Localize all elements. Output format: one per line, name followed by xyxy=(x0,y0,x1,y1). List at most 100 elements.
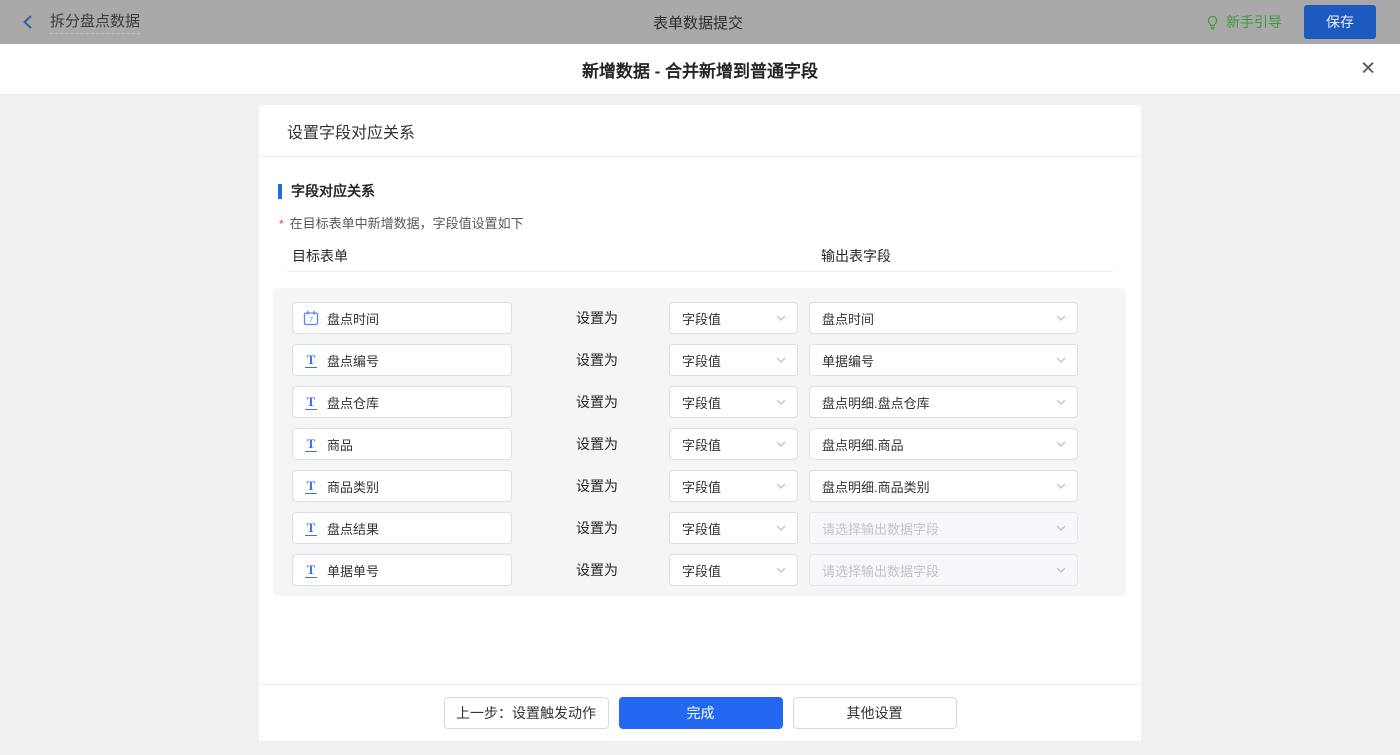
set-as-label: 设置为 xyxy=(576,392,618,412)
value-mode-select[interactable]: 字段值 xyxy=(669,554,798,586)
set-as-label: 设置为 xyxy=(576,350,618,370)
required-asterisk: * xyxy=(279,217,284,231)
output-field-placeholder: 请选择输出数据字段 xyxy=(822,561,939,580)
set-as-label: 设置为 xyxy=(576,308,618,328)
output-field-select[interactable]: 盘点时间 xyxy=(809,302,1078,334)
calendar-icon: 7 xyxy=(303,310,319,326)
value-mode-select[interactable]: 字段值 xyxy=(669,344,798,376)
chevron-down-icon xyxy=(1055,354,1067,366)
svg-text:7: 7 xyxy=(309,315,313,324)
section-title-label: 字段对应关系 xyxy=(291,181,375,201)
chevron-down-icon xyxy=(775,480,787,492)
lightbulb-icon xyxy=(1204,14,1220,30)
mapping-row: T 商品 设置为 字段值 盘点明细.商品 xyxy=(292,428,1126,460)
output-field-select[interactable]: 单据编号 xyxy=(809,344,1078,376)
mapping-row: T 商品类别 设置为 字段值 盘点明细.商品类别 xyxy=(292,470,1126,502)
beginner-guide-label: 新手引导 xyxy=(1226,12,1282,32)
target-field-label: 商品 xyxy=(327,435,353,454)
text-field-icon: T xyxy=(303,478,319,494)
mapping-row: T 盘点仓库 设置为 字段值 盘点明细.盘点仓库 xyxy=(292,386,1126,418)
set-as-label: 设置为 xyxy=(576,518,618,538)
output-field-select[interactable]: 盘点明细.商品类别 xyxy=(809,470,1078,502)
value-mode-value: 字段值 xyxy=(682,561,721,580)
target-field-label: 单据单号 xyxy=(327,561,379,580)
chevron-down-icon xyxy=(775,438,787,450)
target-field[interactable]: T 盘点编号 xyxy=(292,344,512,376)
value-mode-select[interactable]: 字段值 xyxy=(669,302,798,334)
text-field-icon: T xyxy=(303,520,319,536)
value-mode-select[interactable]: 字段值 xyxy=(669,386,798,418)
value-mode-select[interactable]: 字段值 xyxy=(669,428,798,460)
topbar-right: 新手引导 保存 xyxy=(1076,5,1376,39)
dialog-header: 新增数据 - 合并新增到普通字段 ✕ xyxy=(0,44,1400,95)
text-field-icon: T xyxy=(303,562,319,578)
target-field-label: 盘点编号 xyxy=(327,351,379,370)
target-field-label: 商品类别 xyxy=(327,477,379,496)
mapping-row: T 盘点结果 设置为 字段值 请选择输出数据字段 xyxy=(292,512,1126,544)
target-field[interactable]: T 商品 xyxy=(292,428,512,460)
settings-card: 设置字段对应关系 字段对应关系 * 在目标表单中新增数据，字段值设置如下 目标表… xyxy=(259,105,1141,741)
field-mapping-panel: 7 盘点时间 设置为 字段值 盘点时间 xyxy=(273,288,1126,596)
value-mode-value: 字段值 xyxy=(682,393,721,412)
mapping-row: T 单据单号 设置为 字段值 请选择输出数据字段 xyxy=(292,554,1126,586)
dialog-title: 新增数据 - 合并新增到普通字段 xyxy=(582,57,818,82)
chevron-down-icon xyxy=(775,312,787,324)
column-headers: 目标表单 输出表字段 xyxy=(287,246,1113,272)
value-mode-value: 字段值 xyxy=(682,435,721,454)
topbar-title: 表单数据提交 xyxy=(320,12,1076,33)
output-field-select[interactable]: 请选择输出数据字段 xyxy=(809,554,1078,586)
text-field-icon: T xyxy=(303,394,319,410)
target-field-label: 盘点仓库 xyxy=(327,393,379,412)
target-field[interactable]: 7 盘点时间 xyxy=(292,302,512,334)
output-field-value: 盘点时间 xyxy=(822,309,874,328)
output-field-select[interactable]: 盘点明细.盘点仓库 xyxy=(809,386,1078,418)
back-icon[interactable] xyxy=(20,14,36,30)
close-icon[interactable]: ✕ xyxy=(1360,60,1376,79)
section-title: 字段对应关系 xyxy=(278,181,1113,201)
target-field[interactable]: T 盘点仓库 xyxy=(292,386,512,418)
card-footer: 上一步：设置触发动作 完成 其他设置 xyxy=(259,684,1141,741)
set-as-label: 设置为 xyxy=(576,476,618,496)
target-field[interactable]: T 商品类别 xyxy=(292,470,512,502)
target-field-label: 盘点时间 xyxy=(327,309,379,328)
chevron-down-icon xyxy=(775,396,787,408)
save-button[interactable]: 保存 xyxy=(1304,5,1376,39)
accent-bar xyxy=(278,184,282,199)
dialog-body: 设置字段对应关系 字段对应关系 * 在目标表单中新增数据，字段值设置如下 目标表… xyxy=(0,95,1400,755)
column-header-target-form: 目标表单 xyxy=(292,246,348,266)
output-field-select[interactable]: 请选择输出数据字段 xyxy=(809,512,1078,544)
output-field-select[interactable]: 盘点明细.商品 xyxy=(809,428,1078,460)
workflow-name[interactable]: 拆分盘点数据 xyxy=(50,10,140,34)
output-field-value: 盘点明细.商品 xyxy=(822,435,904,454)
chevron-down-icon xyxy=(1055,438,1067,450)
set-as-label: 设置为 xyxy=(576,434,618,454)
output-field-value: 单据编号 xyxy=(822,351,874,370)
target-field[interactable]: T 盘点结果 xyxy=(292,512,512,544)
value-mode-select[interactable]: 字段值 xyxy=(669,512,798,544)
output-field-value: 盘点明细.盘点仓库 xyxy=(822,393,930,412)
mapping-row: 7 盘点时间 设置为 字段值 盘点时间 xyxy=(292,302,1126,334)
hint-line: * 在目标表单中新增数据，字段值设置如下 xyxy=(279,213,1113,232)
target-field[interactable]: T 单据单号 xyxy=(292,554,512,586)
column-header-output-field: 输出表字段 xyxy=(821,246,891,266)
value-mode-value: 字段值 xyxy=(682,477,721,496)
chevron-down-icon xyxy=(1055,396,1067,408)
previous-step-button[interactable]: 上一步：设置触发动作 xyxy=(444,697,609,729)
topbar: 拆分盘点数据 表单数据提交 新手引导 保存 xyxy=(0,0,1400,44)
card-body: 字段对应关系 * 在目标表单中新增数据，字段值设置如下 目标表单 输出表字段 7 xyxy=(259,157,1141,684)
beginner-guide-link[interactable]: 新手引导 xyxy=(1204,12,1282,32)
done-button[interactable]: 完成 xyxy=(619,697,783,729)
chevron-down-icon xyxy=(775,522,787,534)
value-mode-value: 字段值 xyxy=(682,519,721,538)
set-as-label: 设置为 xyxy=(576,560,618,580)
value-mode-select[interactable]: 字段值 xyxy=(669,470,798,502)
output-field-placeholder: 请选择输出数据字段 xyxy=(822,519,939,538)
chevron-down-icon xyxy=(1055,312,1067,324)
value-mode-value: 字段值 xyxy=(682,351,721,370)
mapping-row: T 盘点编号 设置为 字段值 单据编号 xyxy=(292,344,1126,376)
chevron-down-icon xyxy=(1055,480,1067,492)
text-field-icon: T xyxy=(303,436,319,452)
other-settings-button[interactable]: 其他设置 xyxy=(793,697,957,729)
screen: 拆分盘点数据 表单数据提交 新手引导 保存 新增数据 - 合并新增到普通字段 ✕… xyxy=(0,0,1400,755)
output-field-value: 盘点明细.商品类别 xyxy=(822,477,930,496)
